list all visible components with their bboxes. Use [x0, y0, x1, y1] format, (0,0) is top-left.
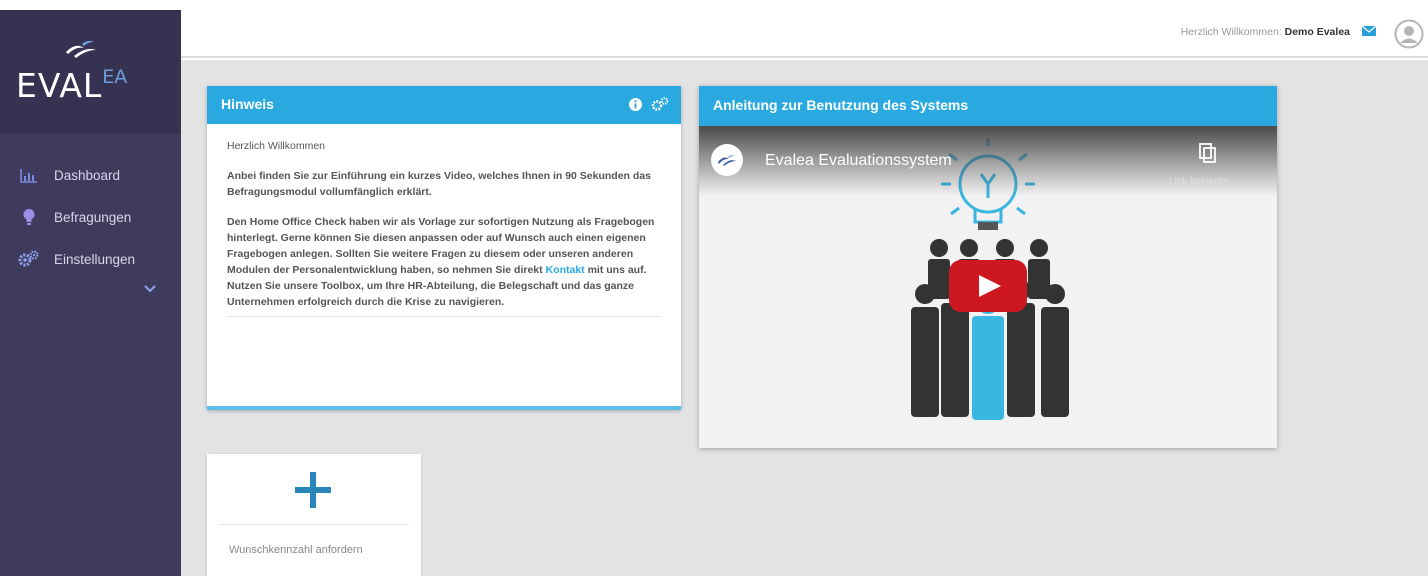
mail-icon[interactable]: [1362, 26, 1376, 36]
copy-icon[interactable]: [1197, 142, 1217, 164]
topbar: Herzlich Willkommen: Demo Evalea: [181, 0, 1428, 58]
copy-link-label[interactable]: Link kopieren: [1169, 176, 1228, 187]
channel-logo-icon[interactable]: [711, 144, 743, 176]
video-player[interactable]: Evalea Evaluationssystem Link kopieren: [699, 126, 1277, 448]
video-card: Anleitung zur Benutzung des Systems Eval…: [699, 86, 1277, 448]
kontakt-link[interactable]: Kontakt: [546, 264, 585, 276]
hinweis-paragraph-1: Anbei finden Sie zur Einführung ein kurz…: [227, 170, 651, 198]
play-button-icon[interactable]: [949, 260, 1027, 312]
main-content: Hinweis Herzlich Willkommen Anbei finden…: [181, 60, 1428, 576]
divider: [219, 524, 409, 525]
hinweis-body: Herzlich Willkommen Anbei finden Sie zur…: [207, 124, 681, 327]
sidebar-item-label: Befragungen: [54, 209, 132, 225]
video-card-title: Anleitung zur Benutzung des Systems: [713, 97, 969, 113]
top-left-strip: [0, 0, 181, 10]
sidebar-item-label: Einstellungen: [54, 251, 136, 267]
avatar-icon[interactable]: [1394, 19, 1424, 49]
video-title[interactable]: Evalea Evaluationssystem: [765, 152, 952, 170]
hinweis-paragraph-2: Den Home Office Check haben wir als Vorl…: [227, 216, 655, 308]
info-icon[interactable]: [628, 97, 643, 112]
hinweis-greeting: Herzlich Willkommen: [227, 140, 326, 152]
logo-bird-icon: [66, 40, 96, 58]
gears-icon: [18, 250, 40, 268]
chevron-down-icon[interactable]: [143, 284, 157, 293]
add-kpi-card[interactable]: Wunschkennzahl anfordern: [207, 454, 421, 576]
hinweis-card: Hinweis Herzlich Willkommen Anbei finden…: [207, 86, 681, 410]
sidebar-item-einstellungen[interactable]: Einstellungen: [18, 250, 135, 268]
divider: [227, 316, 661, 317]
hinweis-title: Hinweis: [221, 96, 274, 112]
lightbulb-icon: [18, 208, 40, 226]
hinweis-header: Hinweis: [207, 86, 681, 124]
settings-icon[interactable]: [651, 97, 669, 112]
sidebar-item-dashboard[interactable]: Dashboard: [18, 166, 120, 184]
sidebar: EVALEA Dashboard Befragungen Einstellung…: [0, 10, 181, 576]
welcome-text: Herzlich Willkommen: Demo Evalea: [1180, 26, 1350, 38]
sidebar-item-befragungen[interactable]: Befragungen: [18, 208, 131, 226]
add-kpi-label: Wunschkennzahl anfordern: [229, 544, 363, 556]
plus-icon[interactable]: [293, 470, 333, 510]
logo[interactable]: EVALEA: [0, 10, 181, 134]
sidebar-item-label: Dashboard: [54, 167, 121, 183]
chart-icon: [18, 166, 40, 184]
user-name: Demo Evalea: [1284, 26, 1350, 38]
video-card-header: Anleitung zur Benutzung des Systems: [699, 86, 1277, 126]
logo-text: EVALEA: [16, 66, 128, 105]
